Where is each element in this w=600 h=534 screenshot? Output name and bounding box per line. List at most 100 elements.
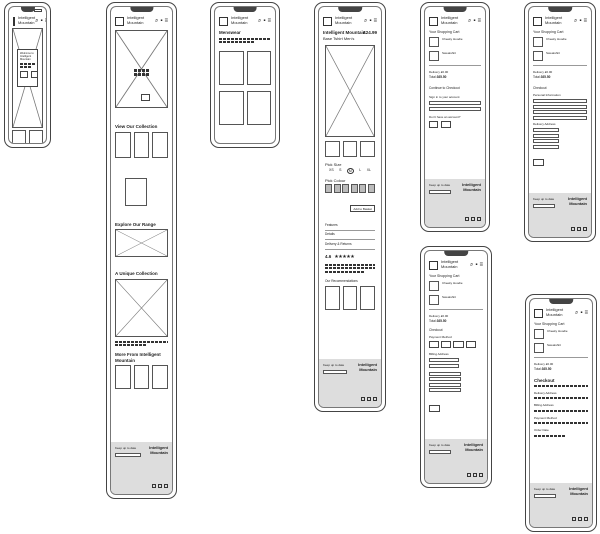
newsletter-input[interactable]	[429, 189, 451, 194]
recommendation-image[interactable]	[360, 285, 376, 310]
logo[interactable]	[533, 16, 542, 26]
shopping-bag-icon[interactable]: ▪	[41, 18, 43, 24]
logo[interactable]	[534, 308, 543, 318]
search-icon[interactable]: ⌕	[574, 18, 577, 24]
colour-swatch[interactable]	[342, 183, 350, 193]
collection-image[interactable]	[115, 131, 131, 158]
form-field[interactable]	[429, 371, 461, 376]
password-field[interactable]	[429, 106, 481, 111]
colour-swatch[interactable]	[367, 183, 375, 193]
menu-icon[interactable]: ≡	[584, 310, 588, 316]
search-icon[interactable]: ⌕	[468, 18, 471, 24]
social-icon[interactable]	[572, 517, 576, 521]
social-icon[interactable]	[571, 227, 575, 231]
search-icon[interactable]: ⌕	[575, 310, 578, 316]
form-field[interactable]	[533, 104, 587, 109]
more-image[interactable]	[133, 365, 150, 389]
recommendation-image[interactable]	[342, 285, 358, 310]
menu-icon[interactable]: ≡	[267, 18, 271, 24]
product-image[interactable]	[29, 130, 43, 143]
social-icon[interactable]	[367, 397, 371, 401]
form-field[interactable]	[429, 382, 461, 387]
form-field[interactable]	[533, 144, 559, 149]
accordion-features[interactable]: Features	[325, 223, 375, 228]
collection-image[interactable]	[152, 131, 169, 158]
social-icon[interactable]	[471, 217, 475, 221]
logo[interactable]	[429, 16, 438, 26]
shopping-bag-icon[interactable]: ▪	[473, 18, 475, 24]
form-field[interactable]	[533, 128, 559, 133]
shopping-bag-icon[interactable]: ▪	[160, 18, 162, 24]
logo[interactable]	[115, 16, 124, 26]
more-image[interactable]	[152, 365, 169, 389]
size-option[interactable]: S	[339, 168, 341, 174]
payment-option[interactable]	[441, 340, 452, 348]
menu-icon[interactable]: ≡	[479, 262, 483, 268]
form-field[interactable]	[533, 133, 559, 138]
social-icon[interactable]	[479, 473, 483, 477]
social-icon[interactable]	[361, 397, 365, 401]
menu-icon[interactable]: ≡	[477, 18, 481, 24]
payment-option[interactable]	[465, 340, 476, 348]
product-thumb[interactable]	[325, 140, 340, 157]
unique-image[interactable]	[115, 278, 168, 337]
pay-button[interactable]	[429, 404, 441, 412]
hero-button[interactable]	[141, 94, 150, 101]
form-field[interactable]	[429, 358, 459, 363]
modal-button-2[interactable]	[30, 71, 39, 78]
product-image[interactable]	[12, 130, 26, 143]
shopping-bag-icon[interactable]: ▪	[475, 262, 477, 268]
shopping-bag-icon[interactable]: ▪	[369, 18, 371, 24]
product-image[interactable]	[219, 51, 244, 85]
shopping-bag-icon[interactable]: ▪	[580, 310, 582, 316]
continue-button[interactable]	[533, 159, 545, 167]
colour-swatch[interactable]	[350, 183, 358, 193]
size-option[interactable]: M	[346, 167, 354, 174]
social-icon[interactable]	[467, 473, 471, 477]
logo[interactable]	[13, 16, 15, 26]
form-field[interactable]	[533, 99, 587, 104]
accordion-details[interactable]: Details	[325, 232, 375, 237]
product-image[interactable]	[246, 51, 271, 85]
search-icon[interactable]: ⌕	[35, 18, 38, 24]
accordion-delivery[interactable]: Delivery & Returns	[325, 242, 375, 247]
social-icon[interactable]	[473, 473, 477, 477]
logo[interactable]	[219, 16, 228, 26]
shopping-bag-icon[interactable]: ▪	[579, 18, 581, 24]
menu-icon[interactable]: ≡	[164, 18, 168, 24]
newsletter-input[interactable]	[115, 452, 141, 457]
welcome-modal[interactable]: Welcome to Intelligent Mountain	[17, 49, 39, 87]
form-field[interactable]	[533, 115, 587, 120]
form-field[interactable]	[533, 110, 587, 115]
more-image[interactable]	[115, 365, 131, 389]
form-field[interactable]	[533, 139, 559, 144]
newsletter-input[interactable]	[323, 369, 347, 374]
social-icon[interactable]	[373, 397, 377, 401]
colour-swatch[interactable]	[333, 183, 341, 193]
register-button[interactable]	[429, 120, 439, 128]
product-image[interactable]	[246, 91, 271, 125]
colour-swatch[interactable]	[359, 183, 367, 193]
search-icon[interactable]: ⌕	[258, 18, 261, 24]
recommendation-image[interactable]	[325, 285, 340, 310]
collection-image[interactable]	[125, 177, 147, 206]
search-icon[interactable]: ⌕	[470, 262, 473, 268]
shopping-bag-icon[interactable]: ▪	[263, 18, 265, 24]
product-thumb[interactable]	[360, 140, 376, 157]
range-image[interactable]	[115, 229, 168, 257]
search-icon[interactable]: ⌕	[364, 18, 367, 24]
social-icon[interactable]	[465, 217, 469, 221]
menu-icon[interactable]: ≡	[373, 18, 377, 24]
social-icon[interactable]	[583, 227, 587, 231]
menu-icon[interactable]: ≡	[45, 18, 46, 24]
product-image[interactable]	[219, 91, 244, 125]
collection-image[interactable]	[133, 131, 150, 158]
social-icon[interactable]	[164, 484, 168, 488]
email-field[interactable]	[429, 101, 481, 106]
add-to-basket-button[interactable]: Add to Basket	[350, 205, 375, 212]
colour-swatch[interactable]	[325, 183, 333, 193]
social-icon[interactable]	[578, 517, 582, 521]
logo[interactable]	[323, 16, 332, 26]
search-icon[interactable]: ⌕	[155, 18, 158, 24]
product-thumb[interactable]	[342, 140, 358, 157]
